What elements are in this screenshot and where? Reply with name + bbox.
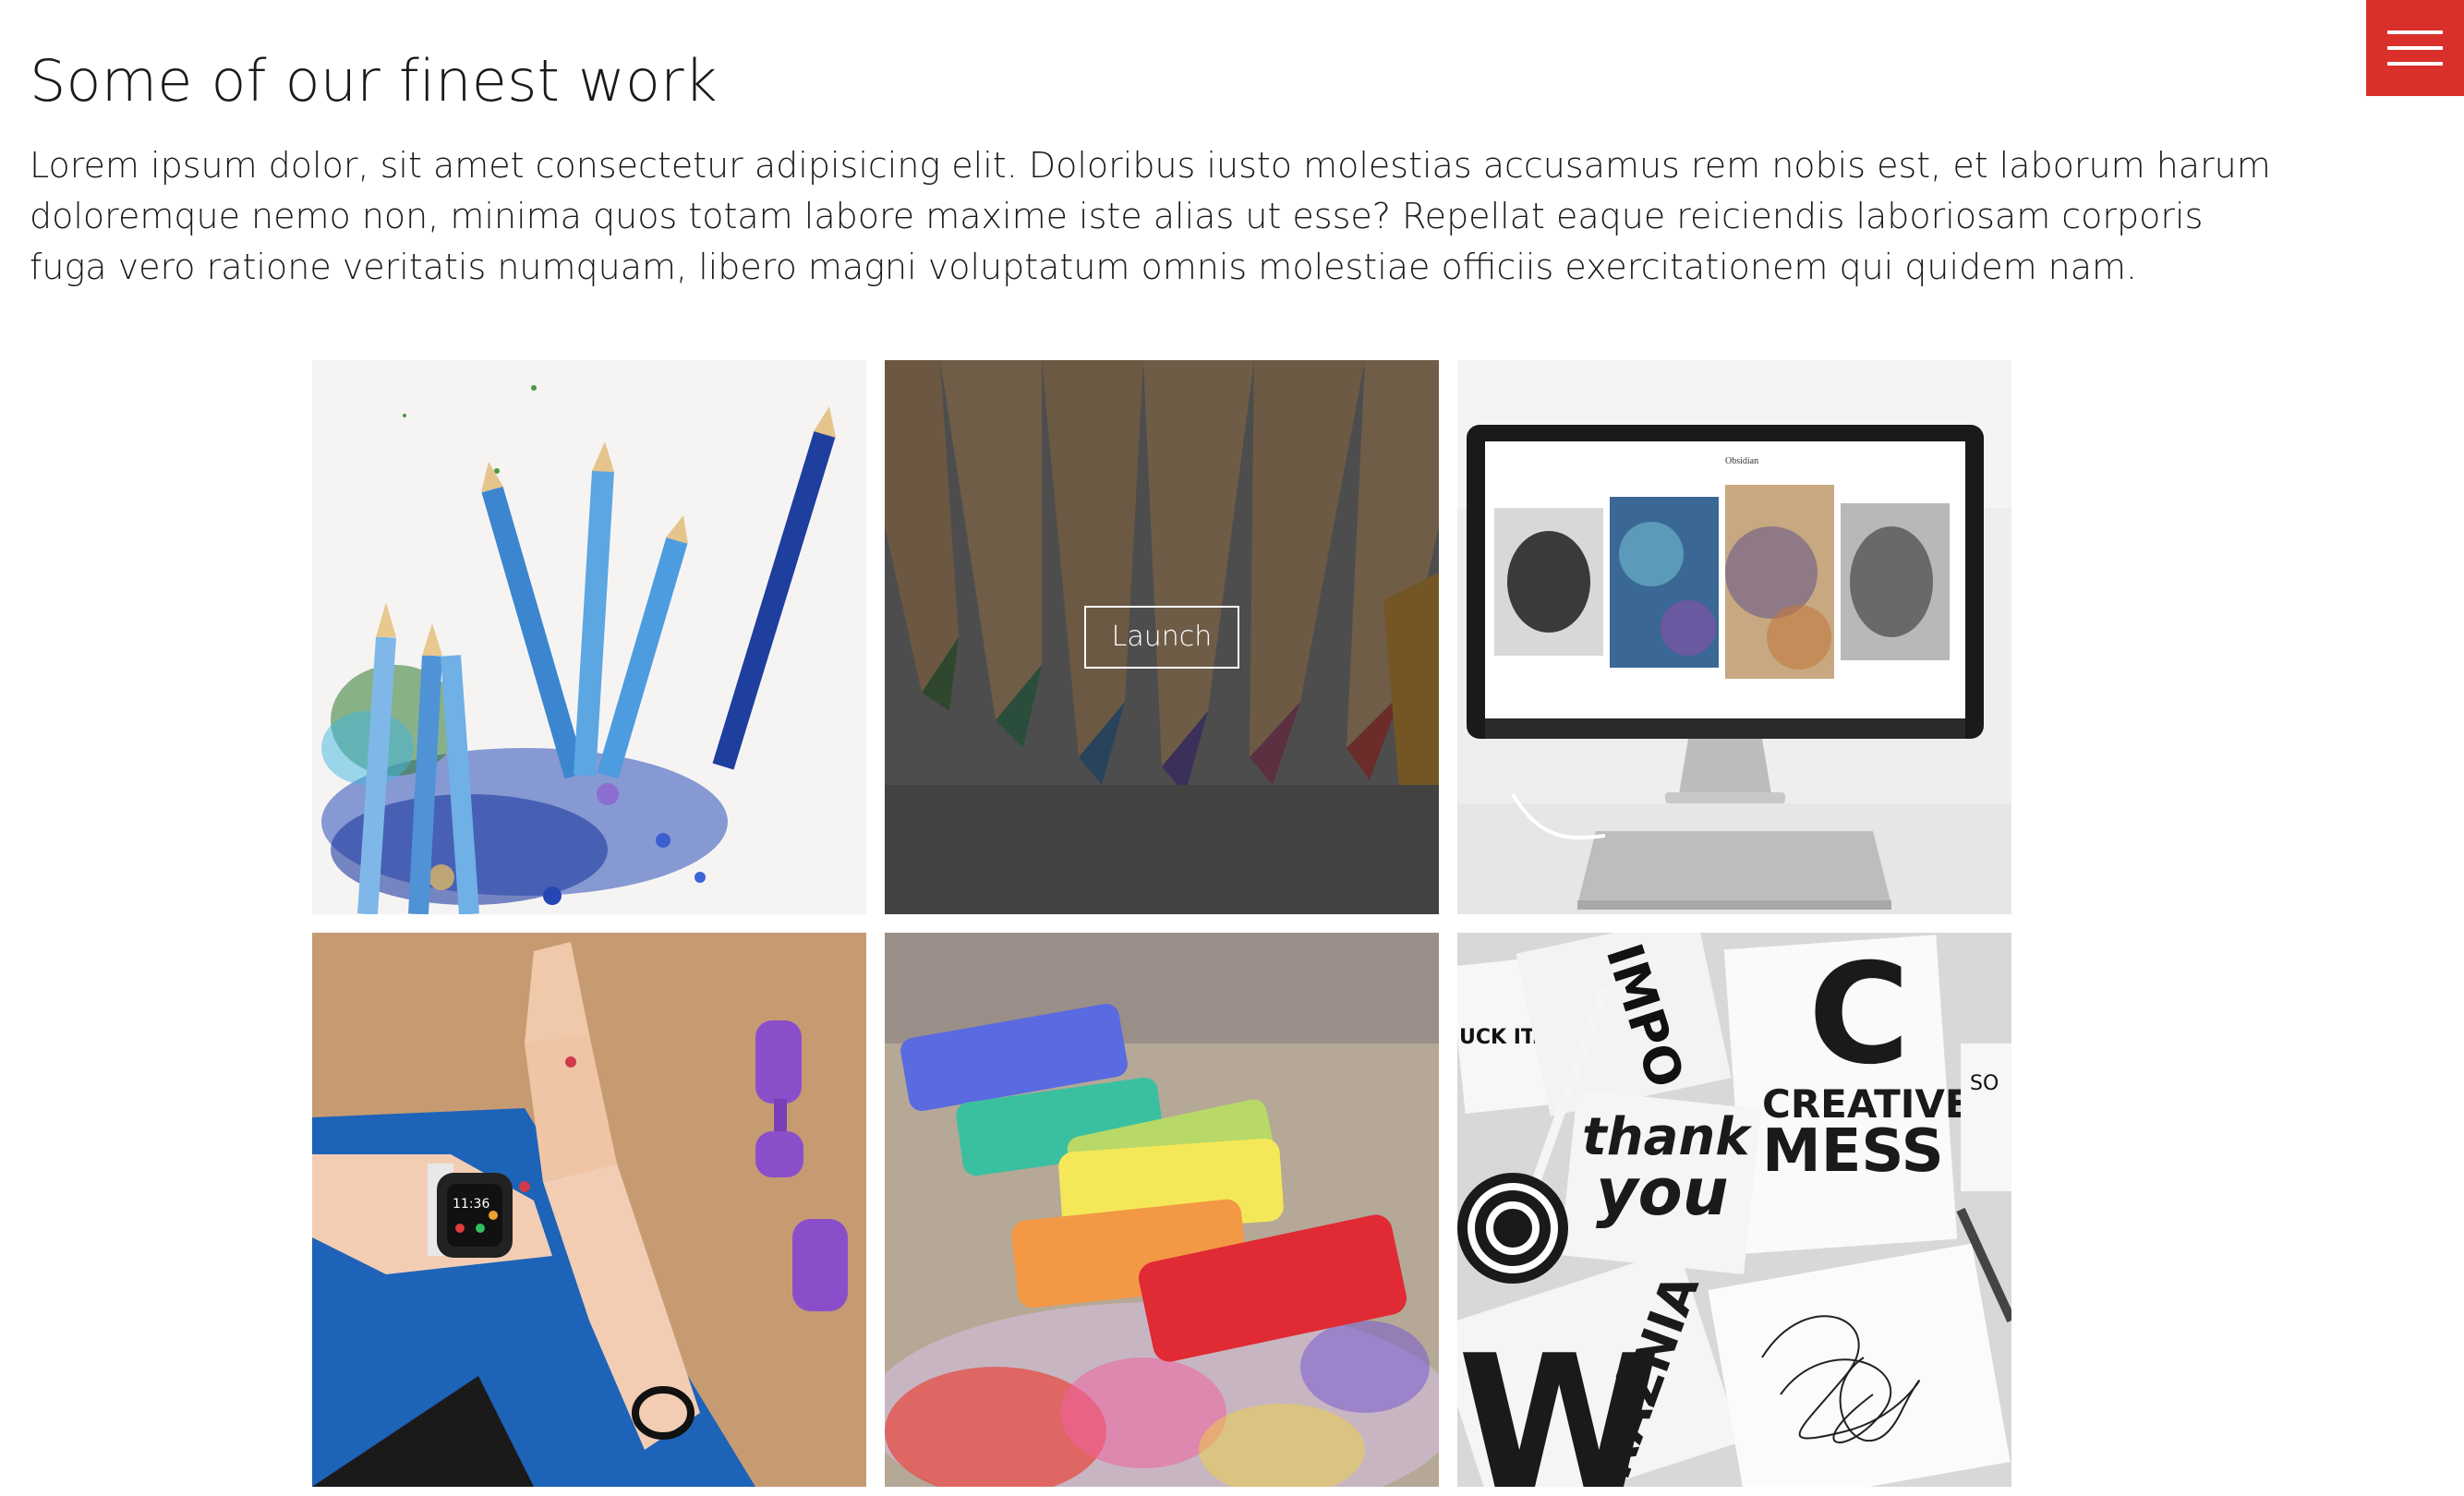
gallery-item-blue-pencils[interactable] xyxy=(312,360,866,914)
pastel-chalks-image xyxy=(885,933,1439,1487)
gallery-item-pastel-chalks[interactable] xyxy=(885,933,1439,1487)
blue-pencils-image xyxy=(312,360,866,914)
poster-letter: C xyxy=(1808,935,1910,1095)
poster-uck: UCK IT. xyxy=(1459,1026,1540,1049)
monitor-image: Obsidian xyxy=(1457,360,2011,914)
watch-time: 11:36 xyxy=(453,1197,489,1212)
hover-overlay: Launch xyxy=(885,360,1439,914)
intro-paragraph: Lorem ipsum dolor, sit amet consectetur … xyxy=(30,145,2271,287)
page-title: Some of our finest work xyxy=(30,47,718,115)
poster-line2: MESS xyxy=(1762,1117,1944,1186)
launch-button[interactable]: Launch xyxy=(1083,606,1240,669)
gallery-item-monitor[interactable]: Obsidian xyxy=(1457,360,2011,914)
gallery-item-creative-mess[interactable]: UCK IT. IMPO C CREATIVE MESS SO thank yo… xyxy=(1457,933,2011,1487)
portfolio-gallery: Launch Obsidian 11:36 UCK IT. IMPO C CRE… xyxy=(312,360,2011,1487)
screen-title: Obsidian xyxy=(1725,456,1758,466)
hamburger-menu-icon xyxy=(2387,30,2443,66)
menu-button[interactable] xyxy=(2366,0,2464,96)
intro-section: Some of our finest work Lorem ipsum dolo… xyxy=(30,41,2283,293)
poster-you: you xyxy=(1596,1154,1729,1230)
gallery-item-smartwatch[interactable]: 11:36 xyxy=(312,933,866,1487)
poster-so: SO xyxy=(1970,1072,1999,1095)
creative-mess-image: UCK IT. IMPO C CREATIVE MESS SO thank yo… xyxy=(1457,933,2011,1487)
gallery-item-colored-pencils[interactable]: Launch xyxy=(885,360,1439,914)
smartwatch-image: 11:36 xyxy=(312,933,866,1487)
